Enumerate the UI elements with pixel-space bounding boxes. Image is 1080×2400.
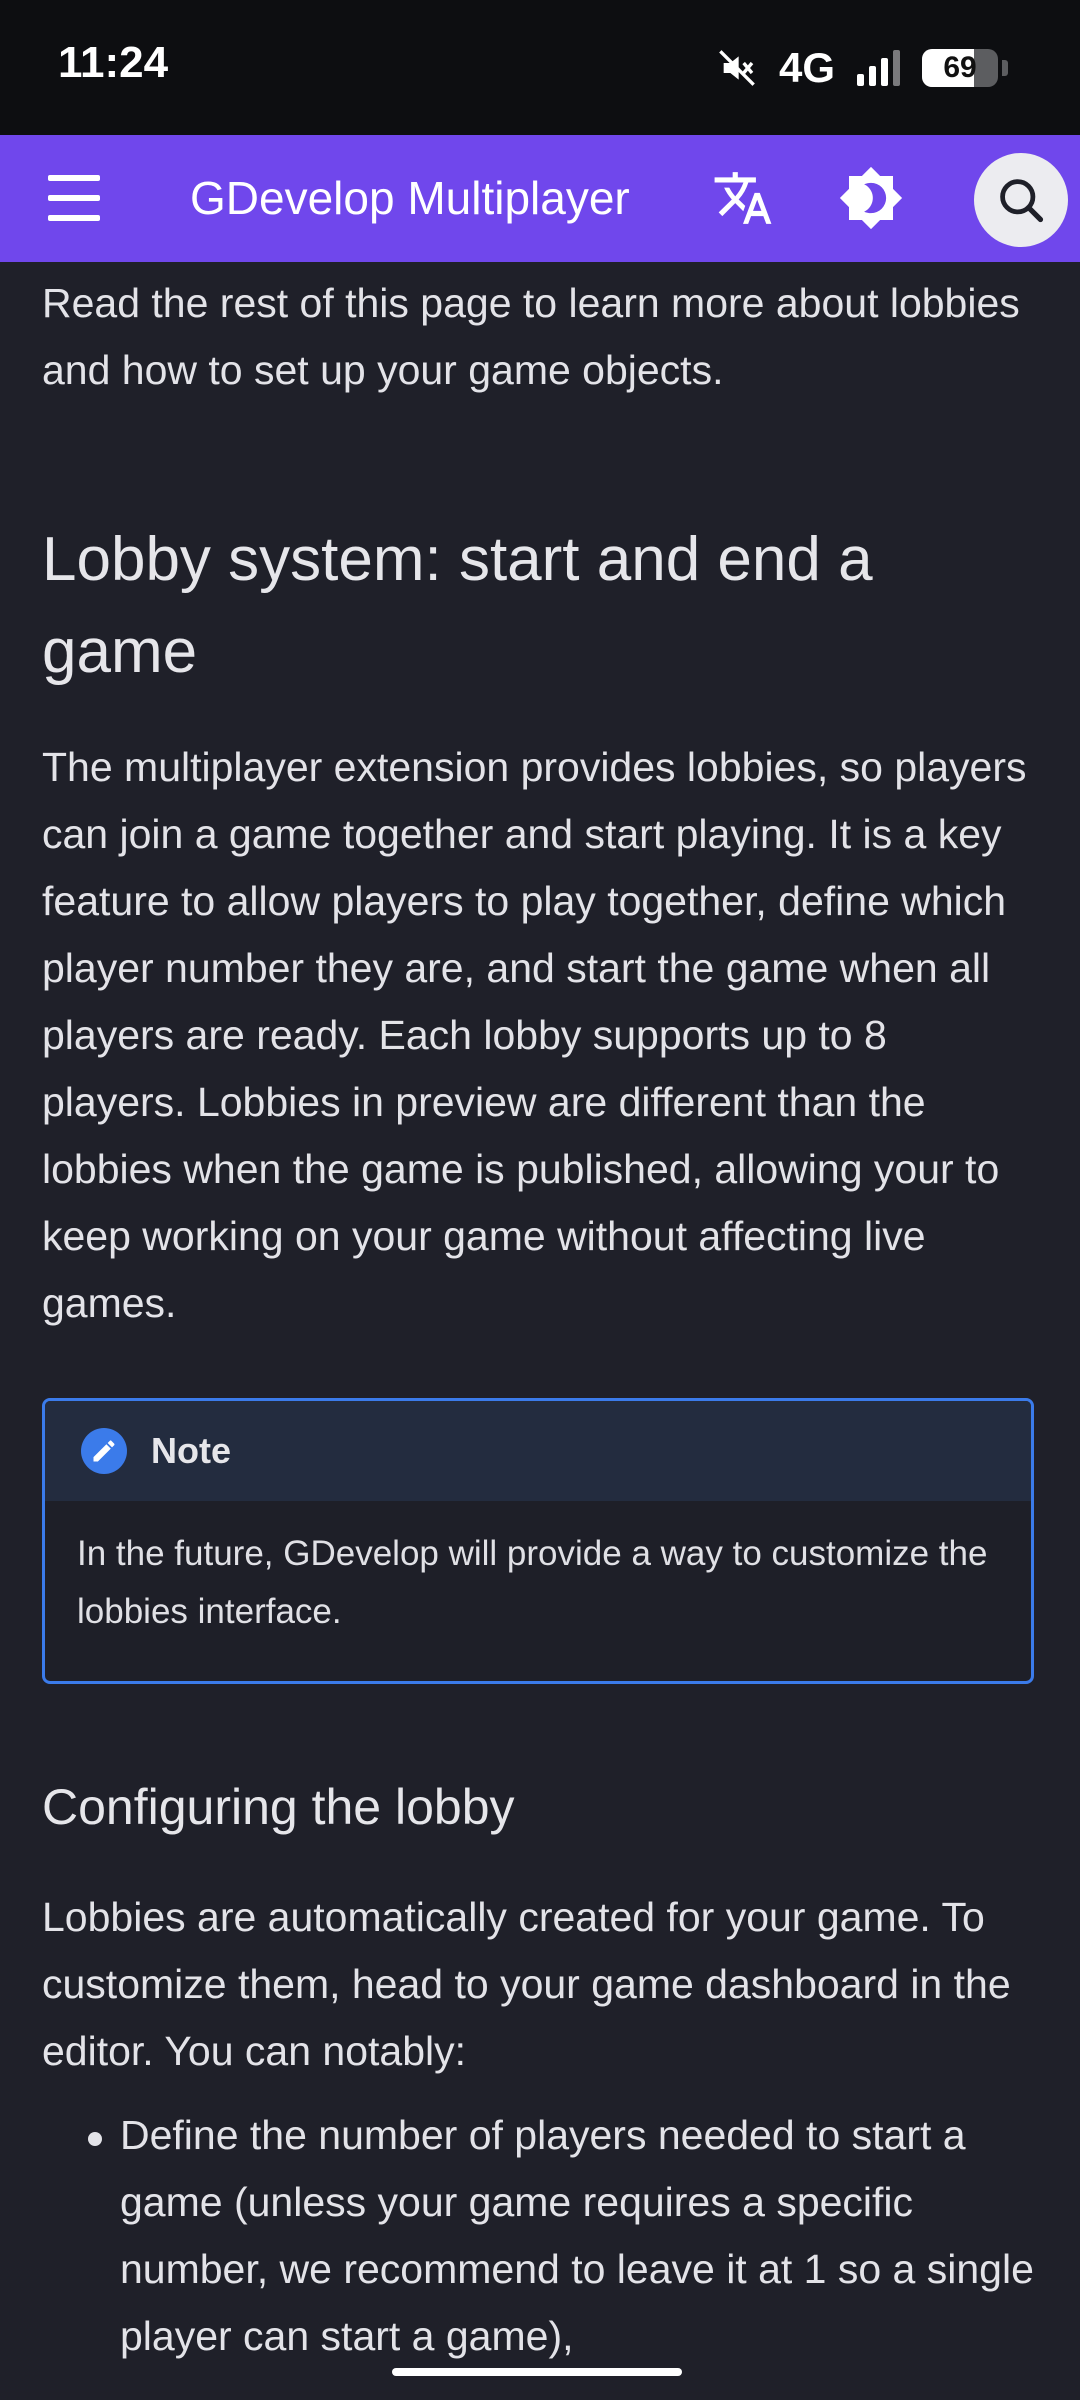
top-navbar: GDevelop Multiplayer <box>0 135 1080 262</box>
signal-icon <box>857 50 900 86</box>
note-title: Note <box>151 1430 231 1471</box>
note-admonition: Note In the future, GDevelop will provid… <box>42 1398 1034 1684</box>
status-time: 11:24 <box>58 38 169 87</box>
site-title[interactable]: GDevelop Multiplayer <box>190 171 630 225</box>
network-type: 4G <box>778 44 835 91</box>
translate-icon[interactable] <box>712 167 774 234</box>
pencil-icon <box>81 1428 127 1474</box>
search-button[interactable] <box>974 153 1068 247</box>
status-icons: 4G 69 <box>717 40 1008 96</box>
lobby-paragraph: The multiplayer extension provides lobbi… <box>42 744 1027 1326</box>
home-indicator[interactable] <box>392 2368 682 2376</box>
configure-paragraph: Lobbies are automatically created for yo… <box>42 1894 1011 2074</box>
bullet <box>88 2132 102 2146</box>
theme-toggle-icon[interactable] <box>838 165 904 236</box>
note-header: Note <box>45 1401 1031 1501</box>
list-item: Define the number of players needed to s… <box>42 2102 1038 2370</box>
intro-paragraph: Read the rest of this page to learn more… <box>42 280 1020 393</box>
note-body: In the future, GDevelop will provide a w… <box>77 1534 988 1631</box>
subsection-heading: Configuring the lobby <box>42 1779 515 1835</box>
battery-level: 69 <box>943 51 977 84</box>
battery-icon: 69 <box>922 49 998 87</box>
status-bar: 11:24 4G 69 <box>0 0 1080 135</box>
list-item-text: Define the number of players needed to s… <box>120 2112 1034 2359</box>
mute-icon <box>717 48 757 88</box>
config-list: Define the number of players needed to s… <box>42 2102 1038 2370</box>
menu-icon[interactable] <box>48 175 100 221</box>
battery-tip <box>1002 60 1008 76</box>
section-heading: Lobby system: start and end a game <box>42 525 873 686</box>
search-icon <box>1000 179 1044 223</box>
